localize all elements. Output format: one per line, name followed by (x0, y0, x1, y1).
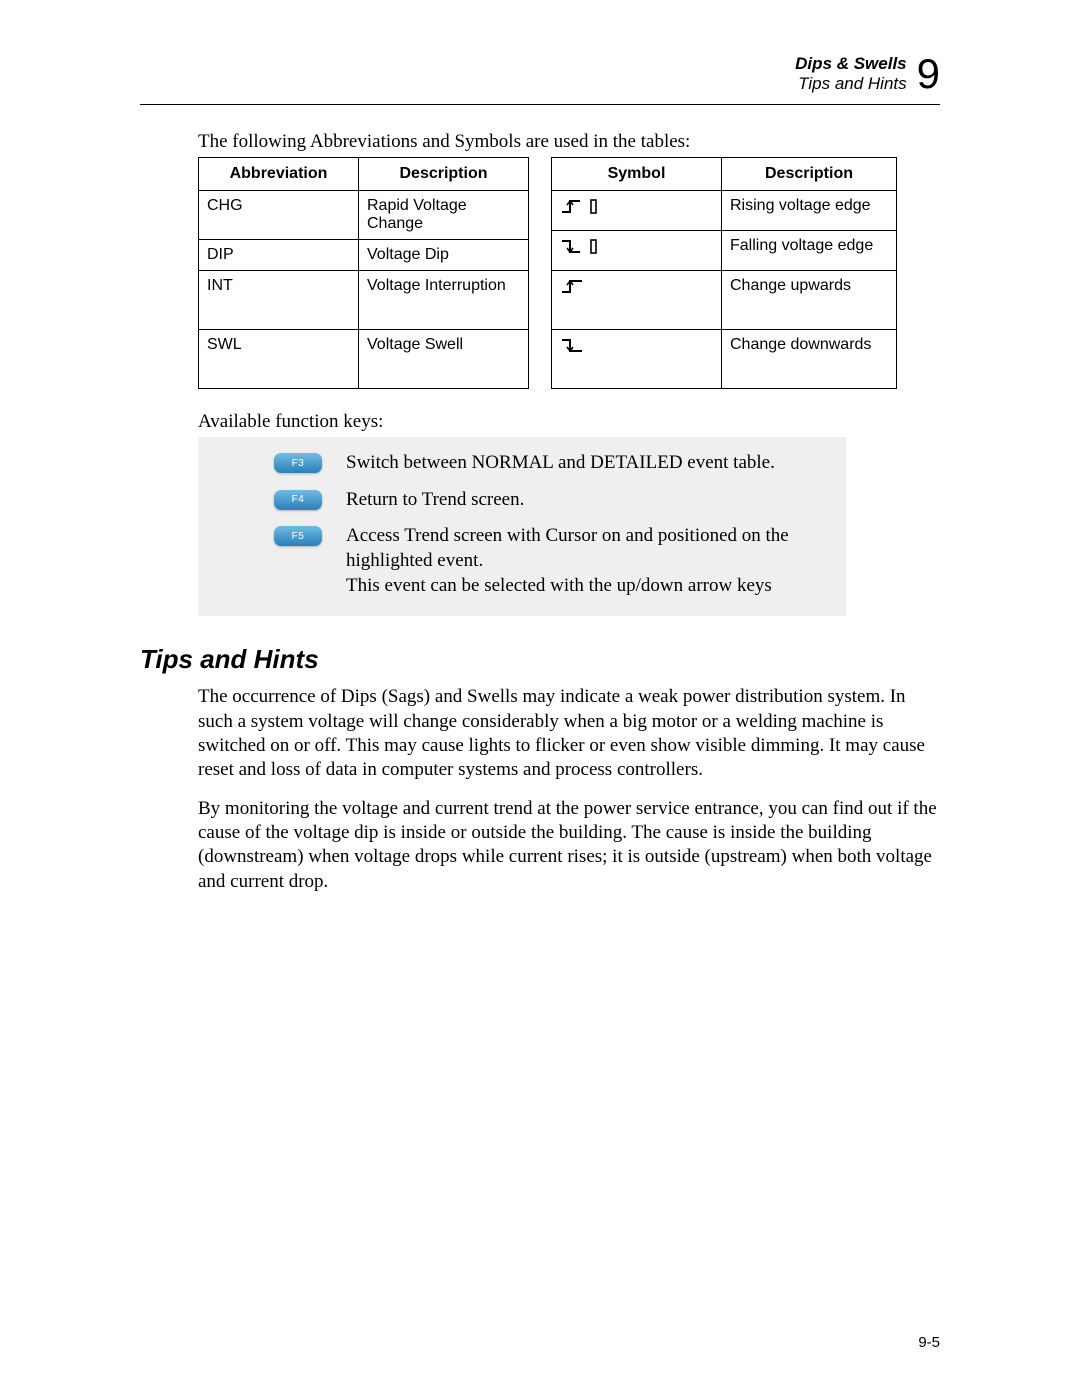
symbol-header-description: Description (722, 158, 897, 191)
function-key-col: F4 (212, 488, 346, 510)
function-key-row: F3 Switch between NORMAL and DETAILED ev… (212, 451, 832, 476)
chapter-number: 9 (917, 50, 940, 98)
abbreviation-table: Abbreviation Description CHG Rapid Volta… (198, 157, 529, 389)
table-row: Change upwards (552, 271, 897, 330)
abbrev-desc-cell: Voltage Swell (359, 330, 529, 389)
f4-key-icon: F4 (274, 490, 322, 510)
symbol-desc-cell: Rising voltage edge (722, 191, 897, 231)
abbrev-cell: INT (199, 271, 359, 330)
symbol-desc-cell: Change upwards (722, 271, 897, 330)
header-rule (140, 104, 940, 105)
abbrev-desc-cell: Rapid Voltage Change (359, 191, 529, 240)
tables-row: Abbreviation Description CHG Rapid Volta… (198, 157, 940, 389)
symbol-desc-cell: Change downwards (722, 330, 897, 389)
rising-edge-icon (560, 197, 604, 220)
f5-key-icon: F5 (274, 526, 322, 546)
function-key-col: F5 (212, 524, 346, 546)
abbrev-desc-cell: Voltage Dip (359, 240, 529, 271)
falling-edge-icon (560, 237, 604, 260)
table-row: CHG Rapid Voltage Change (199, 191, 529, 240)
abbrev-header-abbreviation: Abbreviation (199, 158, 359, 191)
tables-intro-text: The following Abbreviations and Symbols … (198, 131, 940, 153)
table-row: SWL Voltage Swell (199, 330, 529, 389)
table-row: DIP Voltage Dip (199, 240, 529, 271)
function-keys-caption: Available function keys: (198, 411, 940, 433)
function-key-col: F3 (212, 451, 346, 473)
page: Dips & Swells Tips and Hints 9 The follo… (0, 0, 1080, 1397)
abbrev-cell: SWL (199, 330, 359, 389)
function-keys-box: F3 Switch between NORMAL and DETAILED ev… (198, 437, 846, 616)
f3-key-icon: F3 (274, 453, 322, 473)
symbol-cell (552, 191, 722, 231)
symbol-cell (552, 330, 722, 389)
abbrev-desc-cell: Voltage Interruption (359, 271, 529, 330)
section-heading-tips-and-hints: Tips and Hints (140, 644, 940, 675)
function-key-text: Access Trend screen with Cursor on and p… (346, 524, 832, 598)
abbrev-cell: DIP (199, 240, 359, 271)
change-down-icon (560, 336, 590, 359)
abbrev-cell: CHG (199, 191, 359, 240)
header-titles: Dips & Swells Tips and Hints (795, 54, 906, 93)
body-paragraph: By monitoring the voltage and current tr… (198, 797, 940, 894)
function-key-text: Return to Trend screen. (346, 488, 832, 513)
symbol-cell (552, 271, 722, 330)
table-row: Rising voltage edge (552, 191, 897, 231)
function-key-row: F4 Return to Trend screen. (212, 488, 832, 513)
table-row: Change downwards (552, 330, 897, 389)
function-key-row: F5 Access Trend screen with Cursor on an… (212, 524, 832, 598)
table-row: INT Voltage Interruption (199, 271, 529, 330)
body-paragraph: The occurrence of Dips (Sags) and Swells… (198, 685, 940, 782)
section-title-small: Tips and Hints (795, 74, 906, 94)
change-up-icon (560, 277, 590, 300)
symbol-desc-cell: Falling voltage edge (722, 231, 897, 271)
page-header: Dips & Swells Tips and Hints 9 (140, 50, 940, 98)
page-number: 9-5 (918, 1334, 940, 1351)
symbol-table: Symbol Description (551, 157, 897, 389)
function-key-text: Switch between NORMAL and DETAILED event… (346, 451, 832, 476)
symbol-header-symbol: Symbol (552, 158, 722, 191)
symbol-cell (552, 231, 722, 271)
abbrev-header-description: Description (359, 158, 529, 191)
table-row: Falling voltage edge (552, 231, 897, 271)
chapter-title: Dips & Swells (795, 54, 906, 74)
